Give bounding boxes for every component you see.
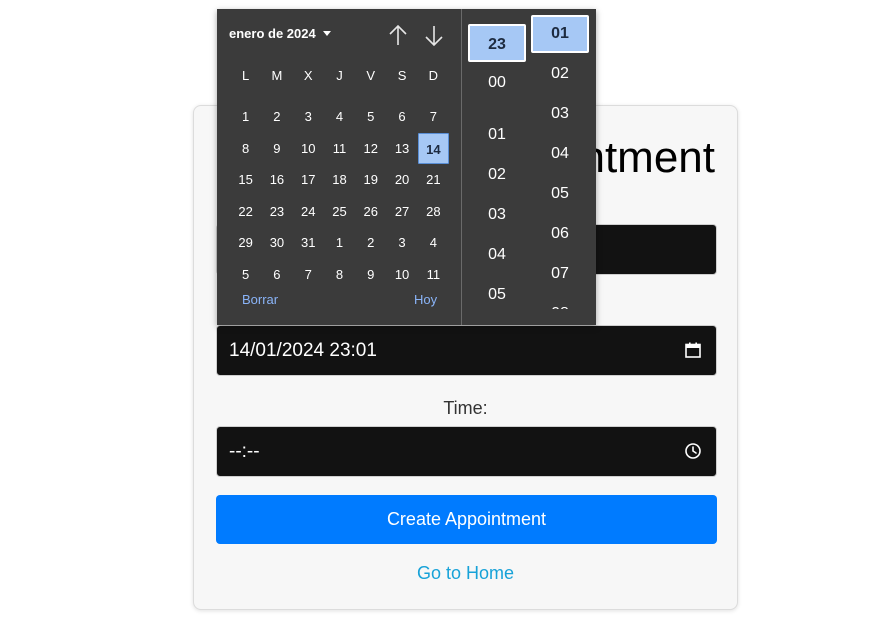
month-year-label: enero de 2024 xyxy=(229,26,316,41)
month-year-selector[interactable]: enero de 2024 xyxy=(229,26,331,41)
calendar-day[interactable]: 29 xyxy=(230,227,261,258)
time-value: --:-- xyxy=(229,441,260,462)
calendar-day[interactable]: 18 xyxy=(324,164,355,195)
weekday-label: M xyxy=(271,68,283,83)
calendar-week-row: 29 30 31 1 2 3 4 xyxy=(230,227,449,258)
calendar-day[interactable]: 10 xyxy=(293,133,324,164)
calendar-day[interactable]: 10 xyxy=(386,259,417,290)
picker-divider xyxy=(461,9,462,325)
calendar-week-row: 5 6 7 8 9 10 11 xyxy=(230,259,449,290)
calendar-day[interactable]: 12 xyxy=(355,133,386,164)
weekday-label: S xyxy=(397,68,407,83)
calendar-day[interactable]: 4 xyxy=(418,227,449,258)
calendar-day[interactable]: 7 xyxy=(418,101,449,132)
minute-column[interactable]: 01020304050607 08 xyxy=(531,9,589,309)
create-appointment-button[interactable]: Create Appointment xyxy=(216,495,717,544)
caret-down-icon xyxy=(322,31,331,36)
hour-option[interactable]: 01 xyxy=(468,116,526,154)
calendar-day[interactable]: 6 xyxy=(261,259,292,290)
calendar-day[interactable]: 17 xyxy=(293,164,324,195)
minute-option[interactable]: 08 xyxy=(531,295,589,309)
calendar-day[interactable]: 16 xyxy=(261,164,292,195)
calendar-day[interactable]: 21 xyxy=(418,164,449,195)
calendar-day[interactable]: 22 xyxy=(230,196,261,227)
calendar-week-row: 15 16 17 18 19 20 21 xyxy=(230,164,449,195)
calendar-icon[interactable] xyxy=(684,341,702,359)
calendar-day[interactable]: 27 xyxy=(386,196,417,227)
minute-option[interactable]: 03 xyxy=(531,95,589,133)
calendar-day[interactable]: 1 xyxy=(324,227,355,258)
calendar-day[interactable]: 25 xyxy=(324,196,355,227)
datetime-value: 14/01/2024 23:01 xyxy=(229,340,377,361)
calendar-panel: enero de 2024 LMXJVSD 1 2 3 4 5 6 7 8 9 10 11 12 13 1… xyxy=(217,9,461,325)
calendar-day[interactable]: 14 xyxy=(417,132,449,164)
weekday-label: J xyxy=(336,68,343,83)
minute-option[interactable]: 07 xyxy=(531,255,589,293)
calendar-day[interactable]: 24 xyxy=(293,196,324,227)
calendar-day[interactable]: 2 xyxy=(261,101,292,132)
calendar-day[interactable]: 8 xyxy=(230,133,261,164)
today-button[interactable]: Hoy xyxy=(414,292,437,307)
hour-option[interactable]: 02 xyxy=(468,156,526,194)
calendar-day[interactable]: 19 xyxy=(355,164,386,195)
weekday-header: LMXJVSD xyxy=(230,68,449,84)
hour-option[interactable]: 00 xyxy=(468,64,526,102)
calendar-day[interactable]: 28 xyxy=(418,196,449,227)
calendar-day[interactable]: 15 xyxy=(230,164,261,195)
calendar-day[interactable]: 5 xyxy=(230,259,261,290)
weekday-label: V xyxy=(366,68,376,83)
weekday-label: L xyxy=(242,68,250,83)
calendar-day[interactable]: 23 xyxy=(261,196,292,227)
arrow-up-icon[interactable] xyxy=(387,23,409,49)
weekday-label: D xyxy=(428,68,439,83)
calendar-day[interactable]: 8 xyxy=(324,259,355,290)
clear-button[interactable]: Borrar xyxy=(242,292,278,307)
calendar-day[interactable]: 20 xyxy=(386,164,417,195)
calendar-day[interactable]: 30 xyxy=(261,227,292,258)
calendar-day[interactable]: 7 xyxy=(293,259,324,290)
minute-option[interactable]: 04 xyxy=(531,135,589,173)
hour-option[interactable]: 23 xyxy=(468,24,526,62)
time-label: Time: xyxy=(443,398,488,418)
calendar-week-row: 1234567 xyxy=(230,101,449,132)
hour-column[interactable]: 23 00 01 02 03 04 05 xyxy=(468,9,526,309)
calendar-week-row: 22 23 24 25 26 27 28 xyxy=(230,196,449,227)
clock-icon[interactable] xyxy=(684,442,702,460)
minute-option[interactable]: 02 xyxy=(531,55,589,93)
calendar-day[interactable]: 26 xyxy=(355,196,386,227)
datetime-picker-popup: enero de 2024 LMXJVSD 1 2 3 4 5 6 7 8 9 10 11 12 13 1… xyxy=(217,9,596,325)
calendar-day[interactable]: 31 xyxy=(293,227,324,258)
calendar-day[interactable]: 4 xyxy=(324,101,355,132)
calendar-day[interactable]: 9 xyxy=(355,259,386,290)
calendar-day[interactable]: 9 xyxy=(261,133,292,164)
time-input[interactable]: --:-- xyxy=(216,426,717,477)
calendar-day[interactable]: 3 xyxy=(386,227,417,258)
hour-option[interactable]: 03 xyxy=(468,196,526,234)
calendar-day[interactable]: 3 xyxy=(293,101,324,132)
calendar-week-row: 8 9 10 11 12 13 14 xyxy=(230,132,449,164)
minute-option[interactable]: 01 xyxy=(531,15,589,53)
calendar-day[interactable]: 1 xyxy=(230,101,261,132)
weekday-label: X xyxy=(303,68,313,83)
minute-option[interactable]: 05 xyxy=(531,175,589,213)
hour-option[interactable]: 04 xyxy=(468,236,526,274)
calendar-day[interactable]: 11 xyxy=(324,133,355,164)
hour-option[interactable]: 05 xyxy=(468,276,526,309)
datetime-input[interactable]: 14/01/2024 23:01 xyxy=(216,325,717,376)
minute-option[interactable]: 06 xyxy=(531,215,589,253)
calendar-day[interactable]: 2 xyxy=(355,227,386,258)
arrow-down-icon[interactable] xyxy=(423,23,445,49)
calendar-day[interactable]: 5 xyxy=(355,101,386,132)
go-to-home-link[interactable]: Go to Home xyxy=(194,563,737,584)
calendar-day[interactable]: 11 xyxy=(418,259,449,290)
calendar-day[interactable]: 6 xyxy=(386,101,417,132)
calendar-day[interactable]: 13 xyxy=(386,133,417,164)
